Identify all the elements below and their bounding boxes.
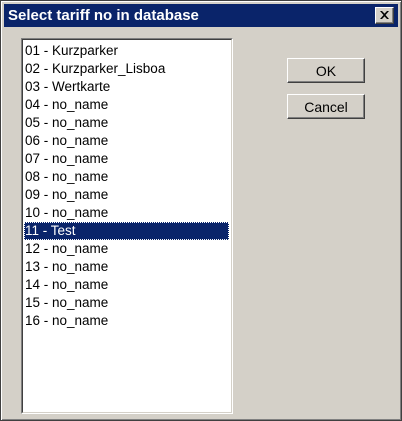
tariff-list-item[interactable]: 05 - no_name: [24, 114, 229, 132]
tariff-list-item[interactable]: 07 - no_name: [24, 150, 229, 168]
tariff-list-item[interactable]: 01 - Kurzparker: [24, 42, 229, 60]
tariff-list-item[interactable]: 04 - no_name: [24, 96, 229, 114]
tariff-list-item[interactable]: 09 - no_name: [24, 186, 229, 204]
tariff-list-item[interactable]: 14 - no_name: [24, 276, 229, 294]
tariff-list-item[interactable]: 03 - Wertkarte: [24, 78, 229, 96]
cancel-button[interactable]: Cancel: [287, 94, 365, 119]
ok-button[interactable]: OK: [287, 58, 365, 83]
close-icon: [380, 11, 389, 19]
dialog-title: Select tariff no in database: [8, 7, 199, 24]
tariff-list-item[interactable]: 13 - no_name: [24, 258, 229, 276]
tariff-listbox[interactable]: 01 - Kurzparker 02 - Kurzparker_Lisboa 03 …: [21, 38, 233, 414]
tariff-list-item[interactable]: 02 - Kurzparker_Lisboa: [24, 60, 229, 78]
tariff-list-item[interactable]: 06 - no_name: [24, 132, 229, 150]
select-tariff-dialog: Select tariff no in database 01 - Kurzpa…: [0, 0, 402, 421]
tariff-list-item[interactable]: 10 - no_name: [24, 204, 229, 222]
tariff-list-item[interactable]: 08 - no_name: [24, 168, 229, 186]
close-button[interactable]: [375, 7, 394, 24]
tariff-list-item-selected[interactable]: 11 - Test: [24, 222, 229, 240]
tariff-list[interactable]: 01 - Kurzparker 02 - Kurzparker_Lisboa 03 …: [23, 40, 231, 330]
title-bar[interactable]: Select tariff no in database: [4, 4, 398, 27]
tariff-list-item[interactable]: 12 - no_name: [24, 240, 229, 258]
tariff-list-item[interactable]: 15 - no_name: [24, 294, 229, 312]
tariff-list-item[interactable]: 16 - no_name: [24, 312, 229, 330]
